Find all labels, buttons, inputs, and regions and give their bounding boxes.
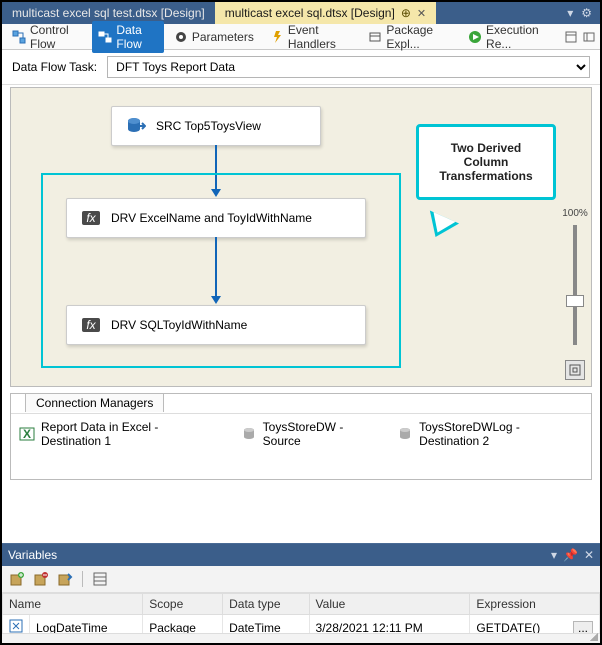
add-variable-button[interactable] <box>8 570 26 588</box>
zoom-thumb[interactable] <box>566 295 584 307</box>
col-datatype[interactable]: Data type <box>223 594 309 615</box>
connection-label: Report Data in Excel - Destination 1 <box>41 420 221 448</box>
variables-grid: Name Scope Data type Value Expression Lo… <box>2 593 600 633</box>
node-label: SRC Top5ToysView <box>156 119 261 133</box>
variables-title: Variables <box>8 548 57 562</box>
derived-column-icon: fx <box>81 208 101 228</box>
svg-text:fx: fx <box>86 318 96 332</box>
connection-item[interactable]: ToysStoreDWLog - Destination 2 <box>397 420 583 448</box>
oledb-connection-icon <box>241 426 257 442</box>
callout-text-line: Transfermations <box>433 169 539 183</box>
col-value[interactable]: Value <box>309 594 470 615</box>
tab-label: Data Flow <box>116 23 157 51</box>
cell-value[interactable]: 3/28/2021 12:11 PM <box>309 615 470 634</box>
designer-canvas-wrap: SRC Top5ToysView fx DRV ExcelName and To… <box>10 87 592 387</box>
variable-row[interactable]: LogDateTime Package DateTime 3/28/2021 1… <box>3 615 600 634</box>
package-explorer-icon <box>368 30 382 44</box>
excel-connection-icon: X <box>19 426 35 442</box>
cell-scope: Package <box>143 615 223 634</box>
zoom-slider[interactable] <box>573 225 577 345</box>
data-flow-task-row: Data Flow Task: DFT Toys Report Data <box>2 50 600 85</box>
tab-label: Execution Re... <box>486 23 550 51</box>
grid-header-row: Name Scope Data type Value Expression <box>3 594 600 615</box>
data-flow-task-select[interactable]: DFT Toys Report Data <box>107 56 590 78</box>
tab-label: Parameters <box>192 30 254 44</box>
variables-panel: Variables ▾ 📌 ✕ Name Scope Data typ <box>2 543 600 643</box>
fit-to-window-button[interactable] <box>565 360 585 380</box>
connection-label: ToysStoreDW - Source <box>263 420 378 448</box>
annotation-callout: Two Derived Column Transfermations <box>416 124 556 200</box>
data-flow-task-label: Data Flow Task: <box>12 60 97 74</box>
node-label: DRV SQLToyIdWithName <box>111 318 247 332</box>
tab-label: Control Flow <box>30 23 82 51</box>
cell-name[interactable]: LogDateTime <box>30 615 143 634</box>
callout-text-line: Column <box>433 155 539 169</box>
designer-canvas[interactable]: SRC Top5ToysView fx DRV ExcelName and To… <box>11 88 561 386</box>
svg-text:fx: fx <box>86 211 96 225</box>
toolbar-extra-icon-1[interactable] <box>564 30 578 44</box>
parameters-icon <box>174 30 188 44</box>
tab-parameters[interactable]: Parameters <box>168 28 260 46</box>
cell-expression-text: GETDATE() <box>476 621 540 634</box>
connection-item[interactable]: ToysStoreDW - Source <box>241 420 378 448</box>
tab-execution-results[interactable]: Execution Re... <box>462 21 556 53</box>
tab-label: Package Expl... <box>386 23 452 51</box>
connection-managers-panel: Connection Managers X Report Data in Exc… <box>10 393 592 480</box>
pin-icon[interactable]: ⊕ <box>401 6 411 20</box>
window-gear-icon[interactable]: ⚙ <box>581 6 592 20</box>
zoom-control: 100% <box>563 98 587 380</box>
data-flow-icon <box>98 30 112 44</box>
variables-grid-scroll[interactable]: Name Scope Data type Value Expression Lo… <box>2 593 600 633</box>
play-icon <box>468 30 482 44</box>
pin-icon[interactable]: 📌 <box>563 548 578 562</box>
window-dropdown-icon[interactable]: ▾ <box>551 548 557 562</box>
callout-tail-icon <box>421 210 459 243</box>
col-expression[interactable]: Expression <box>470 594 600 615</box>
expression-builder-button[interactable]: ... <box>573 621 593 634</box>
derived-column-icon: fx <box>81 315 101 335</box>
arrow-head-icon <box>211 296 221 304</box>
tab-label: Connection Managers <box>36 396 153 410</box>
close-icon[interactable]: ✕ <box>417 7 426 20</box>
tab-event-handlers[interactable]: Event Handlers <box>264 21 359 53</box>
connection-item[interactable]: X Report Data in Excel - Destination 1 <box>19 420 221 448</box>
node-drv-sqltoyid[interactable]: fx DRV SQLToyIdWithName <box>66 305 366 345</box>
connection-label: ToysStoreDWLog - Destination 2 <box>419 420 583 448</box>
doc-tab-label: multicast excel sql test.dtsx [Design] <box>12 6 205 20</box>
node-label: DRV ExcelName and ToyIdWithName <box>111 211 312 225</box>
variables-toolbar <box>2 566 600 593</box>
variables-header: Variables ▾ 📌 ✕ <box>2 544 600 566</box>
flow-arrow <box>215 237 217 298</box>
variables-resize-grip[interactable] <box>2 633 600 643</box>
col-scope[interactable]: Scope <box>143 594 223 615</box>
tab-control-flow[interactable]: Control Flow <box>6 21 88 53</box>
event-handlers-icon <box>270 30 284 44</box>
tab-package-explorer[interactable]: Package Expl... <box>362 21 458 53</box>
connection-managers-tab[interactable]: Connection Managers <box>25 393 164 412</box>
move-variable-button[interactable] <box>56 570 74 588</box>
close-icon[interactable]: ✕ <box>584 548 594 562</box>
designer-nav: Control Flow Data Flow Parameters Event … <box>2 24 600 50</box>
tab-label: Event Handlers <box>288 23 353 51</box>
tabs-dropdown-icon[interactable]: ▾ <box>567 6 573 20</box>
col-name[interactable]: Name <box>3 594 143 615</box>
cell-datatype[interactable]: DateTime <box>223 615 309 634</box>
grid-options-button[interactable] <box>91 570 109 588</box>
oledb-connection-icon <box>397 426 413 442</box>
node-src-top5toysview[interactable]: SRC Top5ToysView <box>111 106 321 146</box>
control-flow-icon <box>12 30 26 44</box>
doc-tab-label: multicast excel sql.dtsx [Design] <box>225 6 395 20</box>
cell-expression[interactable]: GETDATE() ... <box>470 615 600 634</box>
callout-text-line: Two Derived <box>433 141 539 155</box>
tab-data-flow[interactable]: Data Flow <box>92 21 163 53</box>
variable-icon <box>3 615 30 634</box>
node-drv-excelname[interactable]: fx DRV ExcelName and ToyIdWithName <box>66 198 366 238</box>
delete-variable-button[interactable] <box>32 570 50 588</box>
database-source-icon <box>126 116 146 136</box>
zoom-percent-label: 100% <box>562 208 588 219</box>
toolbar-extra-icon-2[interactable] <box>582 30 596 44</box>
svg-text:X: X <box>23 427 31 441</box>
